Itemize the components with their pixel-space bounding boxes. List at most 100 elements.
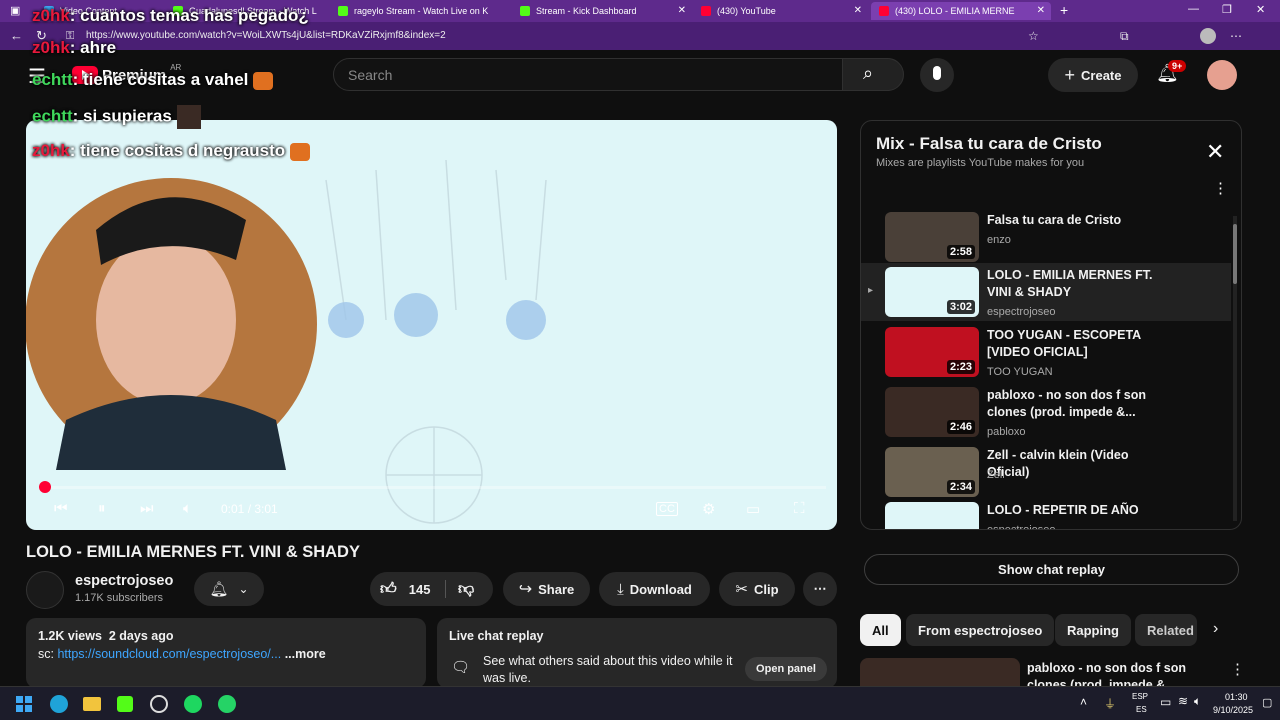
subscribe-bell-button[interactable]: 🔔︎ ⌄: [194, 572, 264, 606]
fullscreen-icon[interactable]: ⛶: [794, 500, 805, 517]
wifi-icon[interactable]: ≋: [1178, 694, 1188, 708]
like-count[interactable]: 145: [409, 582, 431, 597]
related-video-thumbnail[interactable]: [860, 658, 1020, 686]
channel-name[interactable]: espectrojoseo: [75, 573, 173, 589]
mix-item[interactable]: 2:34 Zell - calvin klein (Video Oficial)…: [861, 443, 1231, 501]
clip-button[interactable]: ✂ Clip: [719, 572, 795, 606]
back-icon[interactable]: ←: [10, 28, 23, 43]
edge-icon[interactable]: [50, 695, 68, 713]
description-link[interactable]: https://soundcloud.com/espectrojoseo/...: [57, 647, 281, 661]
download-label: Download: [629, 581, 692, 597]
notifications-button[interactable]: 🔔︎ 9+: [1156, 60, 1187, 84]
search-button[interactable]: ⌕: [842, 58, 904, 91]
more-options-icon[interactable]: ⋯: [1230, 29, 1242, 43]
clock-time[interactable]: 01:30: [1225, 692, 1248, 702]
open-panel-button[interactable]: Open panel: [745, 657, 827, 681]
chip-rapping[interactable]: Rapping: [1055, 614, 1131, 646]
monitor-icon[interactable]: ▭: [1160, 695, 1171, 709]
account-avatar[interactable]: [1207, 60, 1237, 90]
maximize-icon[interactable]: ❐: [1222, 3, 1232, 16]
description-box[interactable]: 1.2K views 2 days ago sc: https://soundc…: [26, 618, 426, 688]
start-button[interactable]: [16, 696, 32, 712]
chat-username: z0hk: [32, 6, 70, 25]
chat-text: : tiene cositas a vahel: [72, 70, 249, 89]
more-vert-icon[interactable]: ⋮: [1230, 660, 1245, 678]
mix-item-current[interactable]: ▸ 3:02 LOLO - EMILIA MERNES FT. VINI & S…: [861, 263, 1231, 321]
usb-icon[interactable]: ⏚: [1104, 695, 1116, 712]
create-label: Create: [1081, 67, 1122, 83]
live-chat-description: See what others said about this video wh…: [483, 654, 733, 685]
kick-icon[interactable]: [117, 696, 133, 712]
mix-item[interactable]: 2:23 TOO YUGAN - ESCOPETA [VIDEO OFICIAL…: [861, 323, 1231, 381]
chip-from-channel[interactable]: From espectrojoseo: [906, 614, 1055, 646]
chip-related[interactable]: Related: [1135, 614, 1197, 646]
close-tab-icon[interactable]: ✕: [1037, 5, 1045, 16]
minimize-icon[interactable]: —: [1188, 3, 1199, 15]
browser-menu-icon[interactable]: ▣: [10, 4, 20, 17]
related-video-title[interactable]: pabloxo - no son dos f son clones (prod.…: [1027, 660, 1197, 686]
mix-item[interactable]: 2:46 pabloxo - no son dos f son clones (…: [861, 383, 1231, 441]
tab-youtube-lolo[interactable]: (430) LOLO - EMILIA MERNE ✕: [871, 2, 1051, 20]
views-and-date: 1.2K views 2 days ago: [38, 629, 174, 643]
tab-youtube-home[interactable]: (430) YouTube ✕: [693, 2, 868, 20]
voice-search-button[interactable]: [920, 58, 954, 92]
chevron-right-icon[interactable]: ›: [1213, 620, 1218, 638]
mix-title[interactable]: Mix - Falsa tu cara de Cristo: [876, 134, 1102, 154]
extensions-icon[interactable]: ⧉: [1120, 29, 1129, 44]
video-player[interactable]: [26, 120, 837, 530]
youtube-icon: [701, 6, 711, 16]
video-thumbnail: 3:02: [885, 267, 979, 317]
scrubber-handle[interactable]: [38, 481, 51, 493]
whatsapp-icon[interactable]: [218, 695, 236, 713]
theater-mode-icon[interactable]: ▭: [746, 500, 760, 518]
clock-date[interactable]: 9/10/2025: [1213, 705, 1253, 715]
new-tab-button[interactable]: +: [1060, 2, 1068, 18]
next-icon[interactable]: ⏭: [140, 500, 154, 517]
spotify-icon[interactable]: [184, 695, 202, 713]
more-actions-button[interactable]: ⋯: [803, 572, 837, 606]
description-text: sc: https://soundcloud.com/espectrojoseo…: [38, 647, 326, 661]
chevron-up-icon[interactable]: ˄: [1080, 695, 1087, 709]
profile-avatar[interactable]: [1200, 28, 1216, 44]
scrollbar[interactable]: [1233, 216, 1237, 521]
search-input[interactable]: Search: [333, 58, 843, 91]
download-button[interactable]: ⤓ Download: [599, 572, 710, 606]
mix-item[interactable]: LOLO - REPETIR DE AÑO espectrojoseo: [861, 498, 1231, 529]
video-title: LOLO - EMILIA MERNES FT. VINI & SHADY: [26, 543, 360, 561]
tab-rageylo-stream[interactable]: rageylo Stream - Watch Live on K: [330, 2, 510, 20]
search-icon: ⌕: [863, 63, 874, 83]
close-window-icon[interactable]: ✕: [1256, 3, 1265, 16]
close-tab-icon[interactable]: ✕: [854, 5, 862, 16]
progress-bar[interactable]: [38, 481, 826, 493]
file-explorer-icon[interactable]: [83, 697, 101, 711]
speaker-icon[interactable]: 🔈︎: [1194, 694, 1201, 709]
share-button[interactable]: ↪ Share: [503, 572, 590, 606]
chip-all[interactable]: All: [860, 614, 901, 646]
create-button[interactable]: + Create: [1048, 58, 1138, 92]
pause-icon[interactable]: ⏸: [98, 500, 106, 517]
tab-label: Stream - Kick Dashboard: [536, 6, 637, 16]
captions-icon[interactable]: CC: [656, 502, 678, 516]
volume-icon[interactable]: 🔈︎: [183, 500, 192, 517]
url-field[interactable]: https://www.youtube.com/watch?v=WoiLXWTs…: [86, 30, 446, 41]
mix-item[interactable]: 2:58 Falsa tu cara de Cristo enzo: [861, 208, 1231, 266]
previous-icon[interactable]: ⏮: [54, 500, 68, 517]
scrollbar-thumb[interactable]: [1233, 224, 1237, 284]
close-tab-icon[interactable]: ✕: [678, 5, 686, 16]
channel-avatar[interactable]: [26, 571, 64, 609]
show-more-button[interactable]: ...more: [285, 647, 326, 661]
obs-icon[interactable]: [150, 695, 168, 713]
kick-icon: [338, 6, 348, 16]
close-icon[interactable]: ✕: [1206, 139, 1224, 165]
settings-icon[interactable]: ⚙: [702, 500, 715, 518]
mix-item-channel: Zell: [987, 469, 1005, 481]
thumbs-up-icon[interactable]: 👍︎: [380, 580, 397, 599]
language-code[interactable]: ESP: [1132, 692, 1148, 701]
scissors-icon: ✂: [735, 581, 748, 598]
tab-kick-dashboard[interactable]: Stream - Kick Dashboard ✕: [512, 2, 692, 20]
thumbs-down-icon[interactable]: 👎︎: [458, 580, 474, 599]
show-chat-replay-button[interactable]: Show chat replay: [864, 554, 1239, 585]
more-vert-icon[interactable]: ⋮: [1213, 179, 1228, 197]
notifications-center-icon[interactable]: ▢: [1262, 696, 1272, 709]
favorite-icon[interactable]: ☆: [1028, 29, 1039, 43]
